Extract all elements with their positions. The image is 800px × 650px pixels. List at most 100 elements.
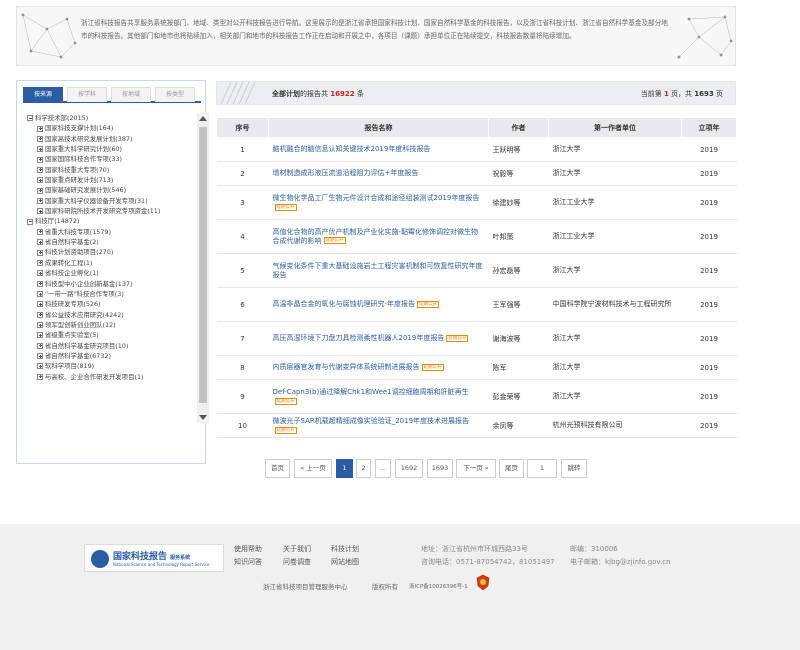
expand-toggle-icon[interactable] bbox=[37, 353, 43, 360]
tree-item-label[interactable]: 软科学项目(819) bbox=[45, 361, 94, 371]
tree-item-label[interactable]: 省自然科学基金(6732) bbox=[45, 351, 111, 361]
tree-item[interactable]: 国家基础研究发展计划(546) bbox=[27, 185, 187, 195]
report-title-link[interactable]: 高值化合物的高产优产机制及产业化实施-黏霉化修饰调控对微生物合成代谢的影响 bbox=[273, 228, 479, 245]
expand-toggle-icon[interactable] bbox=[37, 135, 43, 142]
link-survey[interactable]: 问卷调查 bbox=[283, 557, 311, 567]
tree-item[interactable]: 省重大科技专项(1579) bbox=[27, 227, 187, 237]
scroll-down-arrow-icon[interactable] bbox=[199, 415, 207, 420]
tree-item[interactable]: 省自然科学基金(6732) bbox=[27, 351, 187, 361]
link-faq[interactable]: 知识问答 bbox=[234, 557, 262, 567]
page-prev-button[interactable]: « 上一页 bbox=[294, 459, 332, 478]
tab-by-discipline[interactable]: 按学科 bbox=[67, 87, 107, 102]
report-title-link[interactable]: 气候变化条件下重大基础设施岩土工程灾害机制和可恢复性研究年度报告 bbox=[273, 262, 483, 279]
tree-item-label[interactable]: 成果转化工程(1) bbox=[45, 258, 92, 268]
expand-toggle-icon[interactable] bbox=[37, 239, 43, 246]
tree-item-label[interactable]: 领军型创新创业团队(12) bbox=[45, 320, 116, 330]
expand-toggle-icon[interactable] bbox=[37, 259, 43, 266]
report-title-link[interactable]: 高温非晶合金的氧化与腐蚀机理研究-年度报告 bbox=[273, 300, 416, 308]
site-logo[interactable]: 国家科技报告 服务系统 National Science and Technol… bbox=[84, 544, 224, 572]
report-title-link[interactable]: 微生物化学品工厂生物元件设计合成和途径组装测试2019年度报告 bbox=[273, 194, 480, 202]
tree-item-label[interactable]: 国家重大科学仪器设备开发专项(31) bbox=[45, 196, 148, 206]
tree-item-label[interactable]: 省公益技术应用研究(4242) bbox=[45, 310, 124, 320]
link-about[interactable]: 关于我们 bbox=[283, 544, 311, 554]
tree-item[interactable]: 软科学项目(819) bbox=[27, 361, 187, 371]
report-title-link[interactable]: 微波光子SAR机载超精细成像实验验证_2019年度技术进展报告 bbox=[273, 417, 470, 425]
tree-item-label[interactable]: 科技型中小企业创新基金(137) bbox=[45, 279, 132, 289]
expand-toggle-icon[interactable] bbox=[37, 166, 43, 173]
expand-toggle-icon[interactable] bbox=[37, 228, 43, 235]
page-jump-input[interactable]: 1 bbox=[527, 459, 557, 478]
expand-toggle-icon[interactable] bbox=[37, 270, 43, 277]
tree-item[interactable]: 科技型中小企业创新基金(137) bbox=[27, 279, 187, 289]
tree-item-label[interactable]: 国家重点研发计划(713) bbox=[45, 175, 113, 185]
page-jump-button[interactable]: 跳转 bbox=[561, 459, 587, 478]
police-badge-icon[interactable] bbox=[476, 574, 490, 591]
tree-item[interactable]: 国家重大科学研究计划(60) bbox=[27, 144, 187, 154]
scroll-up-arrow-icon[interactable] bbox=[199, 116, 207, 121]
tree-item-label[interactable]: 国家重大科学研究计划(60) bbox=[45, 144, 122, 154]
expand-toggle-icon[interactable] bbox=[37, 311, 43, 318]
link-sitemap[interactable]: 网站地图 bbox=[331, 557, 359, 567]
tree-item[interactable]: 国家科研院所技术开发研究专项资金(11) bbox=[27, 206, 187, 216]
tree-scrollbar[interactable] bbox=[197, 113, 209, 423]
expand-toggle-icon[interactable] bbox=[37, 208, 43, 215]
expand-toggle-icon[interactable] bbox=[37, 363, 43, 370]
report-title-link[interactable]: 增材制造成形液压流道沿程阻力评估+年度报告 bbox=[273, 169, 419, 177]
tree-item[interactable]: 科技计划资助项目(270) bbox=[27, 247, 187, 257]
link-help[interactable]: 使用帮助 bbox=[234, 544, 262, 554]
tree-group[interactable]: 科技厅(14872) bbox=[27, 216, 187, 226]
tree-item-label[interactable]: 国家科研院所技术开发研究专项资金(11) bbox=[45, 206, 160, 216]
tree-item[interactable]: 国家高技术研究发展计划(387) bbox=[27, 134, 187, 144]
tree-item[interactable]: 省科技企业孵化(1) bbox=[27, 268, 187, 278]
collapse-toggle-icon[interactable] bbox=[27, 115, 33, 122]
tree-item-label[interactable]: 国家科技支撑计划(164) bbox=[45, 123, 113, 133]
expand-toggle-icon[interactable] bbox=[37, 156, 43, 163]
report-title-link[interactable]: 脑机融合的脑信息认知关键技术2019年度科技报告 bbox=[273, 145, 431, 153]
tree-item-label[interactable]: 省自然科学基金(2) bbox=[45, 237, 99, 247]
tree-item-label[interactable]: 国家基础研究发展计划(546) bbox=[45, 185, 126, 195]
tree-item[interactable]: 省自然科学基金(2) bbox=[27, 237, 187, 247]
tree-item-label[interactable]: 省科技企业孵化(1) bbox=[45, 268, 99, 278]
expand-toggle-icon[interactable] bbox=[37, 373, 43, 380]
tree-item[interactable]: 领军型创新创业团队(12) bbox=[27, 320, 187, 330]
tree-item-label[interactable]: 省级重点实验室(5) bbox=[45, 330, 99, 340]
tree-item-label[interactable]: 省自然科学基金研究项目(10) bbox=[45, 341, 128, 351]
expand-toggle-icon[interactable] bbox=[37, 322, 43, 329]
collapse-toggle-icon[interactable] bbox=[27, 218, 33, 225]
expand-toggle-icon[interactable] bbox=[37, 342, 43, 349]
tree-item-label[interactable]: 科学技术部(2015) bbox=[35, 113, 88, 123]
tree-item-label[interactable]: 与高校、企业合作研发开发项目(1) bbox=[45, 372, 144, 382]
tree-item-label[interactable]: 国家科技重大专项(70) bbox=[45, 165, 109, 175]
page-next-button[interactable]: 下一页 » bbox=[456, 459, 496, 478]
tree-group[interactable]: 科学技术部(2015) bbox=[27, 113, 187, 123]
tree-item[interactable]: 省公益技术应用研究(4242) bbox=[27, 310, 187, 320]
tree-item-label[interactable]: 科技厅(14872) bbox=[35, 216, 80, 226]
tree-item[interactable]: 与高校、企业合作研发开发项目(1) bbox=[27, 372, 187, 382]
expand-toggle-icon[interactable] bbox=[37, 146, 43, 153]
page-1692-button[interactable]: 1692 bbox=[395, 459, 423, 478]
tree-item-label[interactable]: 科技计划资助项目(270) bbox=[45, 247, 113, 257]
tree-item-label[interactable]: 省重大科技专项(1579) bbox=[45, 227, 111, 237]
tree-item[interactable]: 国家科技重大专项(70) bbox=[27, 165, 187, 175]
tree-item[interactable]: 省自然科学基金研究项目(10) bbox=[27, 341, 187, 351]
expand-toggle-icon[interactable] bbox=[37, 177, 43, 184]
tree-item[interactable]: 成果转化工程(1) bbox=[27, 258, 187, 268]
footer-icp[interactable]: 浙ICP备10026396号-1 bbox=[409, 582, 468, 590]
tab-by-type[interactable]: 按类型 bbox=[155, 87, 195, 102]
tab-by-source[interactable]: 按来源 bbox=[23, 87, 63, 102]
link-plans[interactable]: 科技计划 bbox=[331, 544, 359, 554]
page-1-button[interactable]: 1 bbox=[336, 459, 353, 478]
report-title-link[interactable]: 高压高湿环境下刀盘刀具检测柔性机器人2019年度报告 bbox=[273, 334, 445, 342]
expand-toggle-icon[interactable] bbox=[37, 301, 43, 308]
report-title-link[interactable]: Def-Capn3(b)通过降解Chk1和Wee1调控细胞周期和肝脏再生 bbox=[273, 388, 469, 396]
expand-toggle-icon[interactable] bbox=[37, 280, 43, 287]
expand-toggle-icon[interactable] bbox=[37, 291, 43, 298]
page-2-button[interactable]: 2 bbox=[356, 459, 371, 478]
expand-toggle-icon[interactable] bbox=[37, 332, 43, 339]
report-title-link[interactable]: 内质层器官发育与代谢变异体系统研制进展报告 bbox=[273, 363, 420, 371]
tree-item-label[interactable]: 国家高技术研究发展计划(387) bbox=[45, 134, 132, 144]
expand-toggle-icon[interactable] bbox=[37, 187, 43, 194]
page-1693-button[interactable]: 1693 bbox=[427, 459, 453, 478]
tree-item[interactable]: 国家科技支撑计划(164) bbox=[27, 123, 187, 133]
tree-item[interactable]: 国家国际科技合作专项(33) bbox=[27, 154, 187, 164]
